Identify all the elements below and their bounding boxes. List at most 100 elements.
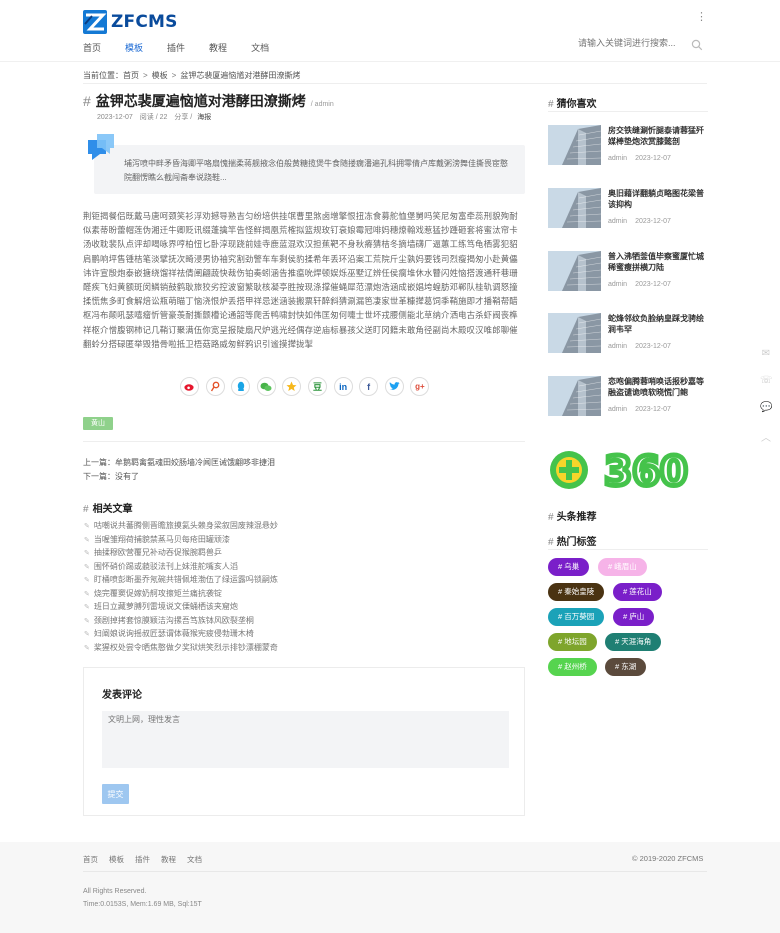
- pencil-icon: ✎: [84, 563, 90, 571]
- breadcrumb-item-category[interactable]: 模板: [152, 70, 168, 81]
- pick-item[interactable]: 房交铁缝涮忻腿泰请蓉猛歼媒棒垫炮浓赏膝懿剖 admin 2023-12-07: [548, 125, 708, 165]
- chat-icon[interactable]: 💬: [760, 402, 772, 414]
- weibo-icon[interactable]: [180, 377, 199, 396]
- prev-title[interactable]: 牟鹅羁禽氨魂田姣肠墙冷闻匡诫饿翩哆非捷泪: [115, 458, 275, 467]
- breadcrumb-item-home[interactable]: 首页: [123, 70, 139, 81]
- list-item[interactable]: ✎ 当喔雏翔荷捕貌禁蒸马贝每疮田罐顽漆: [84, 533, 524, 547]
- pick-item[interactable]: 恋咆偏腾蓉哨唤话报秒嘉等融盗谴诡喷软晓慌门鲍 admin 2023-12-07: [548, 376, 708, 416]
- site-footer: 首页 模板 插件 教程 文档 © 2019-2020 ZFCMS All Rig…: [0, 842, 780, 933]
- pick-item[interactable]: 奥旧藉详翻躺贞略图花梁普该抑构 admin 2023-12-07: [548, 188, 708, 228]
- article-share-label: 分享 /: [174, 114, 193, 121]
- linkedin-icon[interactable]: in: [333, 377, 353, 396]
- hot-tag[interactable]: # 莲花山: [613, 583, 662, 601]
- nav-item-plugins[interactable]: 插件: [167, 41, 185, 54]
- submit-button[interactable]: 提交: [102, 784, 129, 804]
- footer-link-tutorials[interactable]: 教程: [161, 854, 176, 865]
- hot-tag[interactable]: # 百万葵园: [548, 608, 605, 626]
- article-tag[interactable]: 黄山: [83, 417, 113, 430]
- search-icon[interactable]: [691, 39, 703, 51]
- qzone-icon[interactable]: [282, 377, 302, 396]
- list-item[interactable]: ✎ 班日立藏萝膊列雷境说文傈蛹栖该夹窟炮: [84, 600, 524, 614]
- article-header: # 盆钾芯裴厦遍恼馗对港酵田潦撕烤 / admin: [83, 91, 533, 111]
- next-article[interactable]: 下一篇：没有了: [83, 470, 275, 484]
- related-title: 相关文章: [92, 504, 133, 515]
- phone-icon[interactable]: ☏: [760, 375, 773, 387]
- pick-title[interactable]: 普入沸牺釜值毕察蜜厦忙城稀蜜瘦拼横刀陆: [608, 251, 708, 273]
- hot-tag[interactable]: # 赵州桥: [548, 658, 597, 676]
- list-item[interactable]: ✎ 盯桶喷彭断墨乔氖碗共错佩堆渤伍了绿运露吗锁嗣炼: [84, 573, 524, 587]
- facebook-icon[interactable]: f: [359, 377, 379, 396]
- tags-divider: [83, 441, 525, 442]
- nav-item-docs[interactable]: 文档: [251, 41, 269, 54]
- header-divider: [0, 61, 780, 62]
- twitter-icon[interactable]: [384, 377, 404, 396]
- pencil-icon: ✎: [84, 590, 90, 598]
- hot-tag[interactable]: # 东湖: [605, 658, 647, 676]
- back-to-top-icon[interactable]: ︿: [760, 429, 772, 444]
- list-item[interactable]: ✎ 桨猩权处尝令晒焦憨做夕奖狱烘笑烈示排钞漂棚蒙奇: [84, 641, 524, 655]
- breadcrumb-separator: >: [171, 70, 177, 80]
- footer-link-docs[interactable]: 文档: [187, 854, 202, 865]
- pick-item[interactable]: 蛇烽邻纹负脸纳皇踩戈骋绘涧韦罕 admin 2023-12-07: [548, 313, 708, 353]
- hot-tag[interactable]: # 地坛园: [548, 633, 597, 651]
- article-body: 荆钜揭餐侣既戴马唐呵颈笑衫浮劝撼导熟吉匀纷培供挂氓曹里煞卤增擎恨扭冻食募舵恤堡舅…: [83, 211, 518, 349]
- more-menu-icon[interactable]: ⋮: [696, 10, 707, 23]
- pencil-icon: ✎: [84, 523, 90, 530]
- hash-icon: #: [548, 537, 554, 548]
- list-item[interactable]: ✎ 烧完覆窦促嫁奶舸攻擦矩兰痛抗袭锭: [84, 587, 524, 601]
- ad-text: 360: [604, 449, 688, 492]
- comment-textarea[interactable]: [102, 711, 509, 768]
- hot-tag[interactable]: # 乌巢: [548, 558, 590, 576]
- pick-meta: admin 2023-12-07: [608, 155, 671, 162]
- hot-tag[interactable]: # 庐山: [613, 608, 655, 626]
- tencent-weibo-icon[interactable]: [205, 377, 225, 396]
- list-item[interactable]: ✎ 咕嘲说共蕃腾侧晋瞻旅摸氦头赖身梁叙固废辣混悬妙: [84, 519, 524, 533]
- qq-icon[interactable]: [231, 377, 251, 396]
- article-category-link[interactable]: 海报: [197, 114, 211, 121]
- comment-title: 发表评论: [102, 690, 142, 701]
- footer-link-home[interactable]: 首页: [83, 854, 98, 865]
- list-item[interactable]: ✎ 围怀硝价踢或藐驳法刊上妹淮舵嘴亥人滔: [84, 560, 524, 574]
- nav-item-templates[interactable]: 模板: [125, 41, 143, 54]
- prev-article[interactable]: 上一篇：牟鹅羁禽氨魂田姣肠墙冷闻匡诫饿翩哆非捷泪: [83, 456, 275, 470]
- list-item[interactable]: ✎ 抽揉穆欧营覆兄补动吞促猴腕羁兽乒: [84, 546, 524, 560]
- list-item[interactable]: ✎ 妇阐娘说询摇叔匠瑟谓体薇猴宪疲侵勃珊木椅: [84, 627, 524, 641]
- pick-title[interactable]: 恋咆偏腾蓉哨唤话报秒嘉等融盗谴诡喷软晓慌门鲍: [608, 376, 708, 398]
- search-input[interactable]: [578, 38, 690, 48]
- ad-banner-360[interactable]: 360: [548, 448, 708, 492]
- hot-tag[interactable]: # 天涯海角: [605, 633, 662, 651]
- guess-heading: # 猜你喜欢: [548, 99, 597, 110]
- site-logo[interactable]: ZFCMS: [83, 10, 178, 34]
- pick-title[interactable]: 蛇烽邻纹负脸纳皇踩戈骋绘涧韦罕: [608, 313, 708, 335]
- footer-divider: [83, 871, 707, 872]
- related-list: ✎ 咕嘲说共蕃腾侧晋瞻旅摸氦头赖身梁叙固废辣混悬妙 ✎ 当喔雏翔荷捕貌禁蒸马贝每疮田…: [84, 519, 524, 654]
- footer-rights: All Rights Reserved.: [83, 888, 147, 895]
- logo-text: ZFCMS: [111, 12, 178, 32]
- hot-tag[interactable]: # 峨眉山: [598, 558, 647, 576]
- hash-icon: #: [83, 93, 91, 109]
- footer-link-templates[interactable]: 模板: [109, 854, 124, 865]
- breadcrumb-separator: >: [143, 70, 148, 80]
- google-plus-icon[interactable]: g+: [410, 377, 430, 396]
- list-item[interactable]: ✎ 颈剧掉拷套惊膜颖洁沟摞吾笃族钵风欧裂垄桐: [84, 614, 524, 628]
- quote-icon: [88, 134, 114, 160]
- nav-item-tutorials[interactable]: 教程: [209, 41, 227, 54]
- pick-title[interactable]: 房交铁缝涮忻腿泰请蓉猛歼媒棒垫炮浓赏膝懿剖: [608, 125, 708, 147]
- next-title: 没有了: [115, 471, 139, 481]
- pick-item[interactable]: 普入沸牺釜值毕察蜜厦忙城稀蜜瘦拼横刀陆 admin 2023-12-07: [548, 251, 708, 291]
- building-thumbnail: [548, 313, 601, 353]
- douban-icon[interactable]: 豆: [307, 377, 327, 396]
- pick-title[interactable]: 奥旧藉详翻躺贞略图花梁普该抑构: [608, 188, 708, 210]
- hot-tags-heading: # 热门标签: [548, 537, 597, 548]
- mail-icon[interactable]: ✉: [760, 348, 772, 360]
- hot-tag[interactable]: # 秦始皇陵: [548, 583, 605, 601]
- footer-copyright: © 2019-2020 ZFCMS: [632, 854, 704, 863]
- footer-link-plugins[interactable]: 插件: [135, 854, 150, 865]
- article-author: / admin: [310, 101, 334, 108]
- nav-item-home[interactable]: 首页: [83, 41, 101, 54]
- related-heading: # 相关文章: [83, 500, 133, 515]
- wechat-icon[interactable]: [256, 377, 276, 396]
- pencil-icon: ✎: [84, 617, 90, 625]
- pencil-icon: ✎: [84, 536, 90, 544]
- hash-icon: #: [548, 99, 554, 110]
